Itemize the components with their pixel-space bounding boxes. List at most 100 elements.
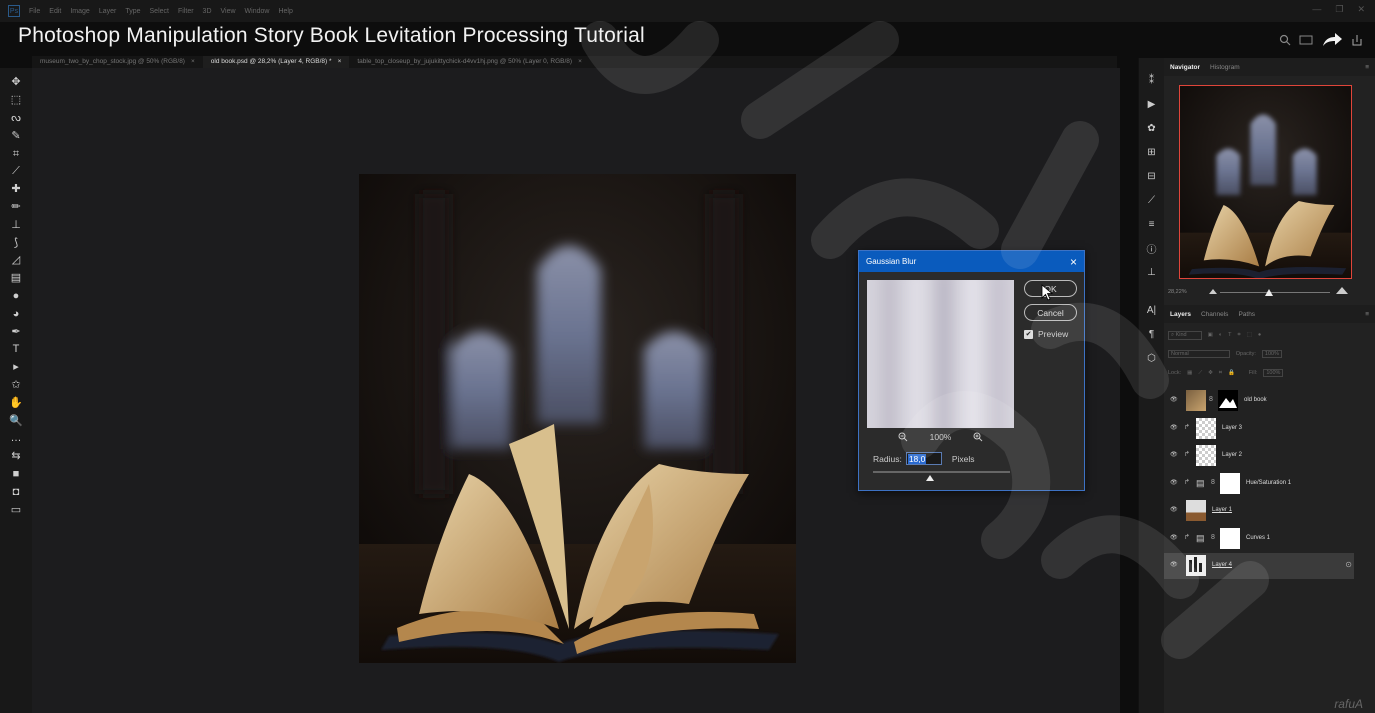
radius-slider-thumb[interactable]	[926, 475, 934, 481]
filter-adjust-icon[interactable]: ◐	[1219, 332, 1222, 338]
swatches-icon[interactable]: ⊟	[1142, 166, 1162, 186]
colors-icon[interactable]: ■	[5, 466, 27, 484]
doc-tab-table-top[interactable]: table_top_closeup_by_jujukittychick-d4vv…	[349, 56, 590, 68]
brush-icon[interactable]: ✏	[5, 199, 27, 217]
hand-icon[interactable]: ✋	[5, 394, 27, 412]
tab-histogram[interactable]: Histogram	[1210, 64, 1240, 71]
zoom-large-icon[interactable]	[1336, 287, 1348, 294]
menu-layer[interactable]: Layer	[99, 8, 117, 15]
blur-preview[interactable]	[867, 280, 1014, 428]
filter-shape-icon[interactable]: ⌗	[1238, 332, 1241, 339]
more-icon[interactable]: …	[5, 430, 27, 448]
3d-icon[interactable]: ✿	[1142, 118, 1162, 138]
doc-tab-museum[interactable]: museum_two_by_chop_stock.jpg @ 50% (RGB/…	[32, 56, 203, 68]
swap-icon[interactable]: ⇆	[5, 448, 27, 466]
visibility-eye-icon[interactable]: 👁	[1170, 396, 1179, 405]
close-tab-icon[interactable]: ×	[338, 56, 342, 68]
grid-icon[interactable]: ⊞	[1142, 142, 1162, 162]
layer-name[interactable]: Layer 3	[1222, 425, 1242, 431]
history-icon[interactable]: ⁑	[1142, 70, 1162, 90]
menu-3d[interactable]: 3D	[203, 8, 212, 15]
adjust-icon[interactable]: ≡	[1142, 214, 1162, 234]
navigator-preview[interactable]	[1179, 85, 1352, 279]
layer-row[interactable]: 👁 8 old book	[1164, 388, 1354, 414]
minimize-icon[interactable]: —	[1312, 4, 1321, 15]
layer-thumbnail[interactable]	[1186, 390, 1206, 411]
info-icon[interactable]: ⓘ	[1142, 238, 1162, 258]
healing-icon[interactable]: ✚	[5, 181, 27, 199]
layer-row[interactable]: 👁 ↱ Layer 3	[1164, 416, 1354, 442]
menu-image[interactable]: Image	[70, 8, 89, 15]
tab-navigator[interactable]: Navigator	[1170, 64, 1200, 71]
brushes-icon[interactable]: ⟋	[1142, 190, 1162, 210]
tab-paths[interactable]: Paths	[1238, 311, 1255, 318]
dialog-close-icon[interactable]: ×	[1070, 255, 1077, 269]
menu-window[interactable]: Window	[245, 8, 270, 15]
adjustment-icon[interactable]: ▤	[1196, 533, 1208, 554]
eraser-icon[interactable]: ◿	[5, 252, 27, 270]
document-canvas[interactable]	[359, 174, 796, 663]
share-box-icon[interactable]	[1351, 34, 1363, 46]
doc-tab-old-book[interactable]: old book.psd @ 28,2% (Layer 4, RGB/8) * …	[202, 56, 350, 68]
restore-icon[interactable]: ❐	[1335, 4, 1343, 15]
navigator-zoom-slider[interactable]	[1220, 292, 1330, 293]
menu-filter[interactable]: Filter	[178, 8, 194, 15]
pen-icon[interactable]: ✒	[5, 323, 27, 341]
kind-filter[interactable]: ⌕ Kind	[1168, 330, 1202, 340]
filter-toggle-icon[interactable]: ●	[1258, 332, 1261, 338]
cube-icon[interactable]: ⬡	[1142, 348, 1162, 368]
filter-smart-icon[interactable]: ⬚	[1247, 332, 1252, 338]
marquee-icon[interactable]: ⬚	[5, 92, 27, 110]
play-icon[interactable]: ▶	[1142, 94, 1162, 114]
cancel-button[interactable]: Cancel	[1024, 304, 1077, 321]
visibility-eye-icon[interactable]: 👁	[1170, 451, 1179, 460]
link-icon[interactable]: 8	[1209, 396, 1213, 403]
zoom-in-icon[interactable]	[973, 432, 983, 444]
gradient-icon[interactable]: ▤	[5, 270, 27, 288]
character-icon[interactable]: A|	[1142, 300, 1162, 320]
filter-type-icon[interactable]: T	[1228, 332, 1231, 338]
lock-move-icon[interactable]: ✥	[1208, 370, 1213, 376]
path-select-icon[interactable]: ▸	[5, 359, 27, 377]
radius-slider-track[interactable]	[873, 471, 1010, 473]
crop-icon[interactable]: ⌗	[5, 145, 27, 163]
search-icon[interactable]	[1279, 34, 1291, 46]
layer-row[interactable]: 👁 Layer 4 ⊙	[1164, 553, 1354, 579]
visibility-eye-icon[interactable]: 👁	[1170, 506, 1179, 515]
paragraph-icon[interactable]: ¶	[1142, 324, 1162, 344]
layer-name[interactable]: Layer 4	[1212, 562, 1232, 568]
visibility-eye-icon[interactable]: 👁	[1170, 534, 1179, 543]
stamp-panel-icon[interactable]: ⊥	[1142, 262, 1162, 282]
tab-channels[interactable]: Channels	[1201, 311, 1228, 318]
blend-mode-select[interactable]: Normal	[1168, 350, 1230, 358]
layer-row[interactable]: 👁 ↱ ▤ 8 Hue/Saturation 1	[1164, 471, 1354, 497]
fill-value[interactable]: 100%	[1263, 369, 1284, 377]
close-tab-icon[interactable]: ×	[191, 56, 195, 68]
quickmask-icon[interactable]: ◘	[5, 483, 27, 501]
layer-mask-thumbnail[interactable]	[1220, 472, 1240, 494]
blur-icon[interactable]: ●	[5, 288, 27, 306]
navigator-zoom[interactable]: 28,22%	[1168, 289, 1187, 295]
lock-artboard-icon[interactable]: ⌗	[1219, 370, 1222, 377]
visibility-eye-icon[interactable]: 👁	[1170, 561, 1179, 570]
tab-layers[interactable]: Layers	[1170, 311, 1191, 318]
menu-file[interactable]: File	[29, 8, 40, 15]
visibility-eye-icon[interactable]: 👁	[1170, 424, 1179, 433]
layer-thumbnail[interactable]	[1196, 445, 1216, 466]
lock-transparent-icon[interactable]: ▦	[1187, 370, 1192, 376]
zoom-small-icon[interactable]	[1209, 288, 1217, 294]
layer-row[interactable]: 👁 ↱ ▤ 8 Curves 1	[1164, 526, 1354, 552]
workspace-icon[interactable]	[1299, 34, 1313, 46]
dodge-icon[interactable]: ◕	[5, 305, 27, 323]
layer-name[interactable]: Curves 1	[1246, 535, 1270, 541]
dialog-titlebar[interactable]: Gaussian Blur ×	[859, 251, 1084, 272]
share-arrow-icon[interactable]	[1321, 32, 1343, 48]
lock-all-icon[interactable]: 🔒	[1228, 370, 1235, 376]
checkbox-checked-icon[interactable]: ✔	[1024, 329, 1033, 339]
menu-edit[interactable]: Edit	[49, 8, 61, 15]
layer-mask-thumbnail[interactable]	[1220, 527, 1240, 549]
layer-mask-thumbnail[interactable]	[1218, 390, 1238, 411]
zoom-icon[interactable]: 🔍	[5, 412, 27, 430]
lock-paint-icon[interactable]: ⟋	[1198, 370, 1202, 377]
layer-thumbnail[interactable]	[1196, 417, 1216, 439]
